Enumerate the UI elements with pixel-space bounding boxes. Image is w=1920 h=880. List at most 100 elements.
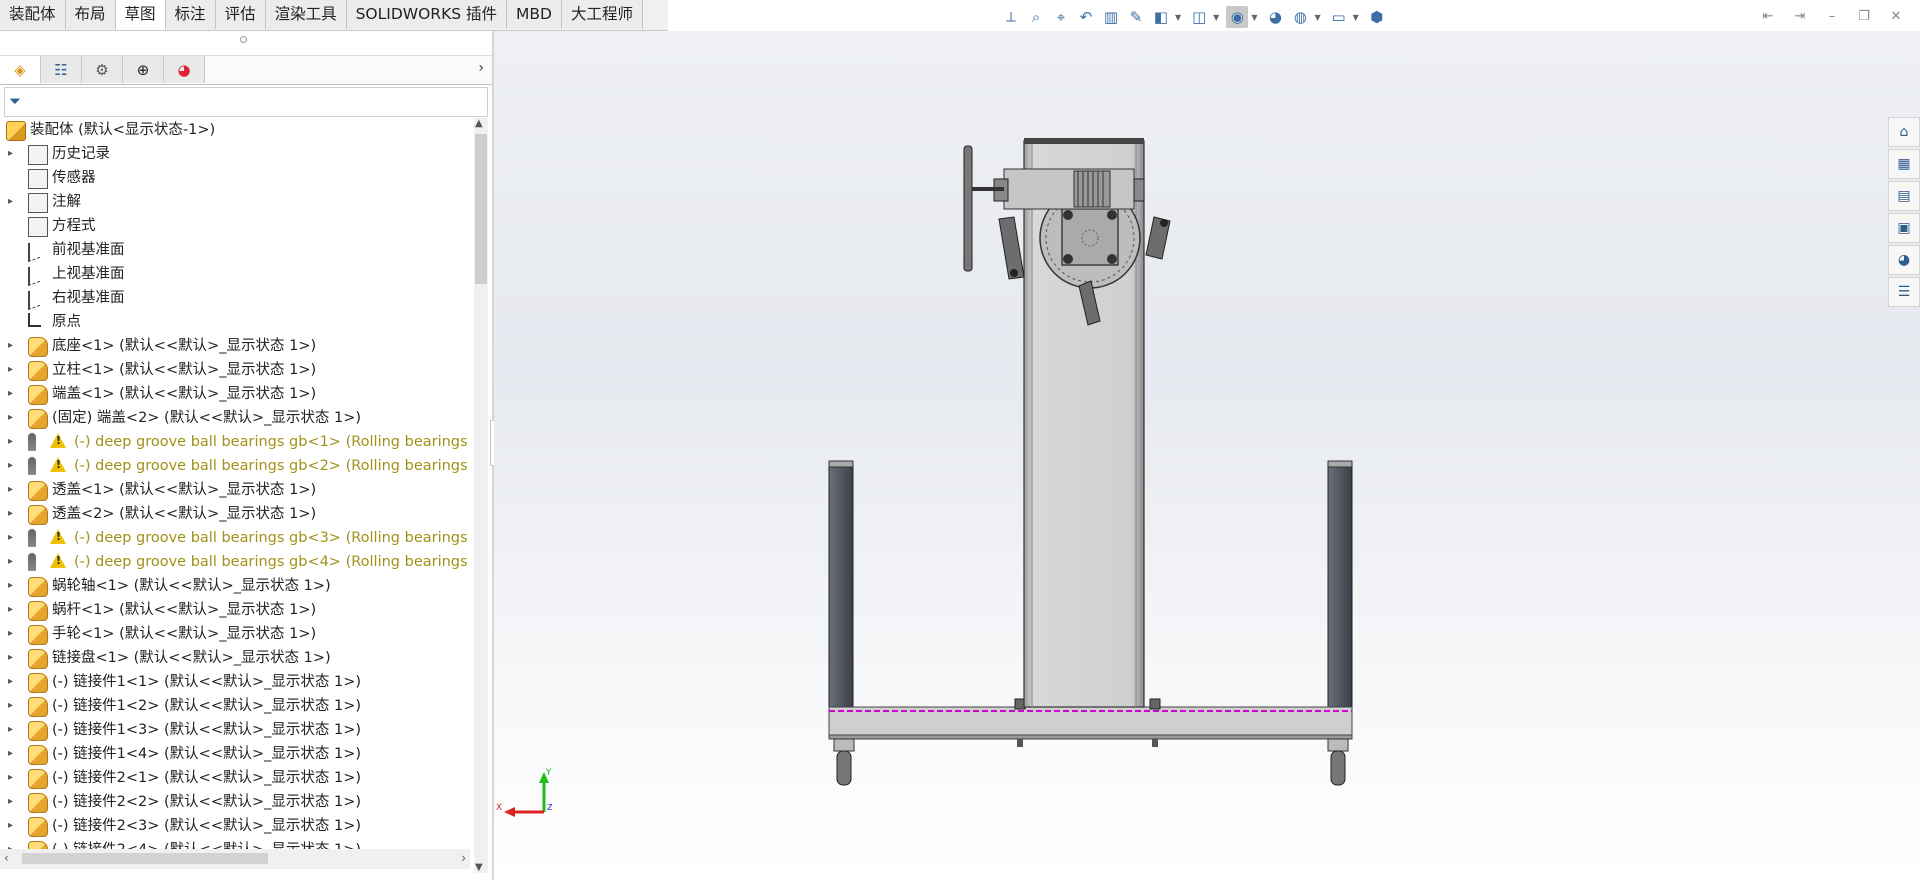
featuremanager-tree-icon[interactable]: ◈	[0, 56, 41, 83]
scroll-left-icon[interactable]: ‹	[4, 851, 9, 865]
tree-row[interactable]: ▸ 链接盘<1> (默认<<默认>_显示状态 1>)	[0, 646, 470, 670]
cube-view-icon[interactable]: ⬢	[1366, 6, 1388, 28]
tree-row[interactable]: 原点	[0, 310, 470, 334]
view-monitor-icon[interactable]: ▭	[1328, 6, 1350, 28]
appearances-icon[interactable]: ◕	[1888, 245, 1920, 275]
tree-row[interactable]: 上视基准面	[0, 262, 470, 287]
ribbon-tab-5[interactable]: 渲染工具	[265, 0, 347, 29]
configuration-manager-icon[interactable]: ⚙	[82, 56, 123, 83]
tree-row[interactable]: ▸ 蜗杆<1> (默认<<默认>_显示状态 1>)	[0, 598, 470, 622]
tree-filter-input[interactable]: ⏷	[4, 87, 488, 117]
tree-row[interactable]: 前视基准面	[0, 238, 470, 263]
tree-row[interactable]: ▸ (-) 链接件1<1> (默认<<默认>_显示状态 1>)	[0, 670, 470, 694]
tree-row[interactable]: ▸ (固定) 端盖<2> (默认<<默认>_显示状态 1>)	[0, 406, 470, 430]
design-library-icon[interactable]: ▦	[1888, 149, 1920, 179]
display-style-dropdown-icon[interactable]: ▼	[1213, 13, 1219, 22]
tree-row[interactable]: 装配体 (默认<显示状态-1>)	[0, 118, 470, 142]
expand-caret-icon[interactable]: ▸	[8, 502, 18, 526]
expand-caret-icon[interactable]: ▸	[8, 574, 18, 598]
expand-caret-icon[interactable]: ▸	[8, 718, 18, 742]
zoom-to-fit-icon[interactable]: ⌕	[1025, 6, 1047, 28]
expand-caret-icon[interactable]: ▸	[8, 190, 18, 214]
view-orientation-icon[interactable]: ⟂	[1000, 6, 1022, 28]
more-tabs-chevron-icon[interactable]: ›	[478, 60, 484, 76]
previous-view-icon[interactable]: ↶	[1075, 6, 1097, 28]
ribbon-tab-6[interactable]: SOLIDWORKS 插件	[346, 0, 508, 29]
tree-row[interactable]: ▸ (-) deep groove ball bearings gb<2> (Ro…	[0, 454, 470, 478]
panel-grip-icon[interactable]	[240, 36, 247, 43]
expand-caret-icon[interactable]: ▸	[8, 430, 18, 454]
section-view-icon[interactable]: ▥	[1100, 6, 1122, 28]
dimxpert-manager-icon[interactable]: ⊕	[123, 56, 164, 83]
tree-row[interactable]: ▸ (-) 链接件1<3> (默认<<默认>_显示状态 1>)	[0, 718, 470, 742]
ribbon-tab-7[interactable]: MBD	[507, 0, 562, 29]
expand-caret-icon[interactable]: ▸	[8, 622, 18, 646]
scroll-right-icon[interactable]: ›	[461, 851, 466, 865]
tree-row[interactable]: ▸ (-) 链接件2<3> (默认<<默认>_显示状态 1>)	[0, 814, 470, 838]
tree-row[interactable]: ▸ 透盖<1> (默认<<默认>_显示状态 1>)	[0, 478, 470, 502]
tree-row[interactable]: ▸ 手轮<1> (默认<<默认>_显示状态 1>)	[0, 622, 470, 646]
close-icon[interactable]: ✕	[1886, 6, 1906, 26]
tree-row[interactable]: ▸ (-) deep groove ball bearings gb<3> (Ro…	[0, 526, 470, 550]
edit-appearance-icon[interactable]: ◕	[1264, 6, 1286, 28]
restore-icon[interactable]: ❐	[1854, 6, 1874, 26]
property-manager-icon[interactable]: ☷	[41, 56, 82, 83]
view-settings-dropdown-icon[interactable]: ▼	[1175, 13, 1181, 22]
tree-row[interactable]: 右视基准面	[0, 286, 470, 311]
tree-row[interactable]: ▸ (-) 链接件1<2> (默认<<默认>_显示状态 1>)	[0, 694, 470, 718]
tree-row[interactable]: ▸ 蜗轮轴<1> (默认<<默认>_显示状态 1>)	[0, 574, 470, 598]
hide-show-dropdown-icon[interactable]: ▼	[1251, 13, 1257, 22]
expand-caret-icon[interactable]: ▸	[8, 550, 18, 574]
expand-caret-icon[interactable]: ▸	[8, 742, 18, 766]
expand-caret-icon[interactable]: ▸	[8, 670, 18, 694]
h-scroll-thumb[interactable]	[22, 853, 268, 864]
tree-row[interactable]: ▸ (-) deep groove ball bearings gb<4> (Ro…	[0, 550, 470, 574]
ribbon-tab-3[interactable]: 标注	[165, 0, 216, 29]
expand-caret-icon[interactable]: ▸	[8, 526, 18, 550]
tree-vertical-scrollbar[interactable]: ▲ ▼	[474, 118, 488, 873]
dynamic-annotation-icon[interactable]: ✎	[1125, 6, 1147, 28]
ribbon-tab-0[interactable]: 装配体	[0, 0, 66, 29]
view-settings-icon[interactable]: ◧	[1150, 6, 1172, 28]
expand-caret-icon[interactable]: ▸	[8, 142, 18, 166]
expand-caret-icon[interactable]: ▸	[8, 454, 18, 478]
ribbon-tab-1[interactable]: 布局	[65, 0, 116, 29]
expand-caret-icon[interactable]: ▸	[8, 406, 18, 430]
tree-row[interactable]: ▸ 注解	[0, 190, 470, 214]
tree-row[interactable]: ▸ 底座<1> (默认<<默认>_显示状态 1>)	[0, 334, 470, 358]
tree-row[interactable]: ▸ 端盖<1> (默认<<默认>_显示状态 1>)	[0, 382, 470, 406]
ribbon-tab-4[interactable]: 评估	[215, 0, 266, 29]
view-monitor-dropdown-icon[interactable]: ▼	[1353, 13, 1359, 22]
tree-row[interactable]: ▸ (-) 链接件2<1> (默认<<默认>_显示状态 1>)	[0, 766, 470, 790]
expand-caret-icon[interactable]: ▸	[8, 646, 18, 670]
expand-caret-icon[interactable]: ▸	[8, 334, 18, 358]
ribbon-tab-2[interactable]: 草图	[115, 0, 166, 30]
display-style-icon[interactable]: ◫	[1188, 6, 1210, 28]
hide-show-items-icon[interactable]: ◉	[1226, 6, 1249, 28]
tile-right-icon[interactable]: ⇥	[1790, 6, 1810, 26]
tree-horizontal-scrollbar[interactable]: ‹ ›	[0, 849, 470, 869]
expand-caret-icon[interactable]: ▸	[8, 814, 18, 838]
expand-caret-icon[interactable]: ▸	[8, 694, 18, 718]
tree-row[interactable]: ▸ 历史记录	[0, 142, 470, 166]
scroll-down-icon[interactable]: ▼	[475, 862, 483, 873]
file-explorer-icon[interactable]: ▤	[1888, 181, 1920, 211]
tree-row[interactable]: ▸ 透盖<2> (默认<<默认>_显示状态 1>)	[0, 502, 470, 526]
scroll-up-icon[interactable]: ▲	[475, 118, 483, 129]
scroll-thumb[interactable]	[475, 134, 487, 284]
view-palette-icon[interactable]: ▣	[1888, 213, 1920, 243]
expand-caret-icon[interactable]: ▸	[8, 358, 18, 382]
apply-scene-icon[interactable]: ◍	[1289, 6, 1311, 28]
tile-left-icon[interactable]: ⇤	[1758, 6, 1778, 26]
expand-caret-icon[interactable]: ▸	[8, 382, 18, 406]
tree-row[interactable]: ▸ 立柱<1> (默认<<默认>_显示状态 1>)	[0, 358, 470, 382]
ribbon-tab-8[interactable]: 大工程师	[561, 0, 643, 29]
tree-row[interactable]: ▸ (-) deep groove ball bearings gb<1> (Ro…	[0, 430, 470, 454]
tree-row[interactable]: ▸ (-) 链接件1<4> (默认<<默认>_显示状态 1>)	[0, 742, 470, 766]
expand-caret-icon[interactable]: ▸	[8, 598, 18, 622]
minimize-icon[interactable]: –	[1822, 6, 1842, 26]
custom-properties-icon[interactable]: ☰	[1888, 277, 1920, 307]
display-manager-icon[interactable]: ◕	[164, 56, 205, 83]
tree-row[interactable]: 方程式	[0, 214, 470, 238]
expand-caret-icon[interactable]: ▸	[8, 478, 18, 502]
